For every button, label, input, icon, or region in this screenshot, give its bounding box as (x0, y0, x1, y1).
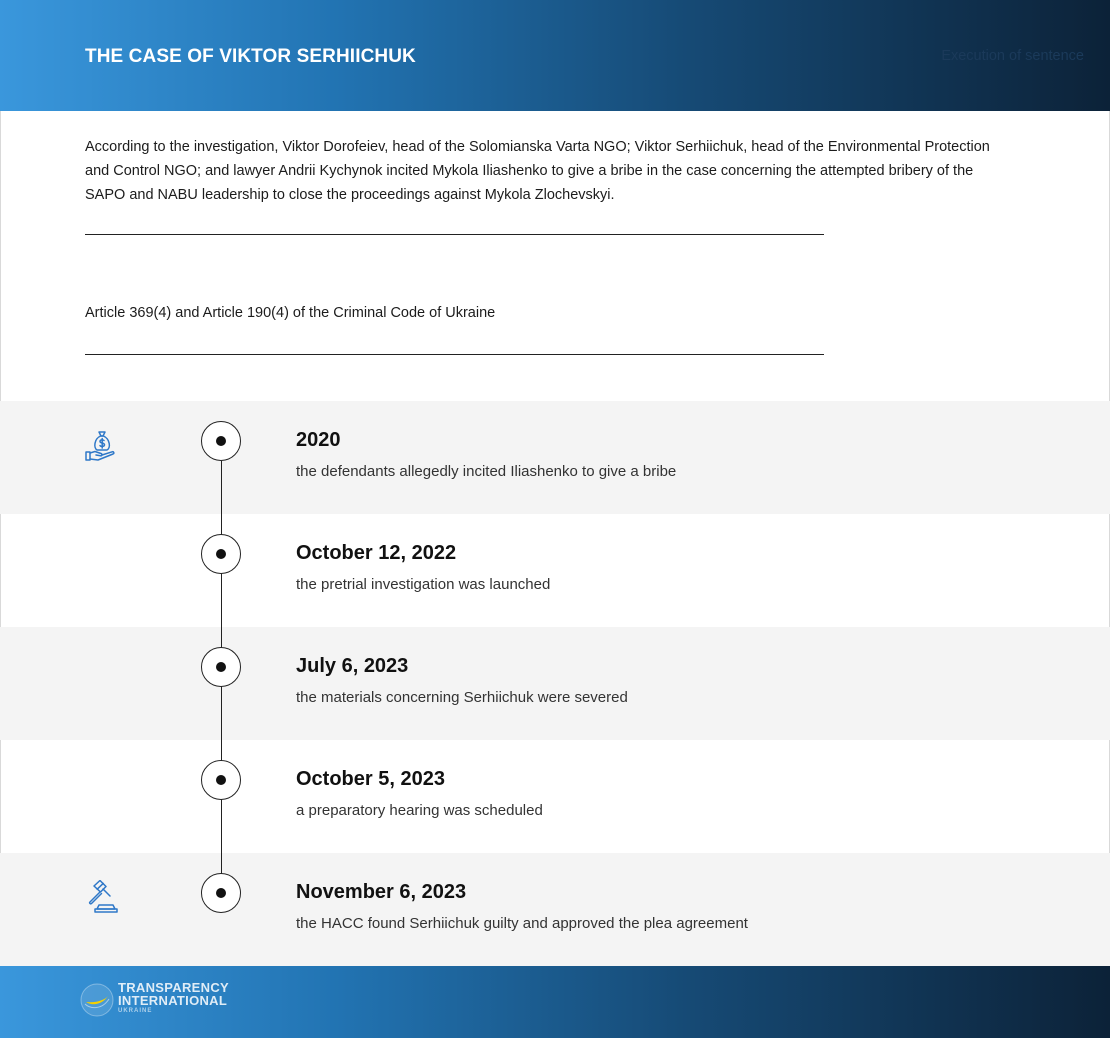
timeline-marker (201, 421, 241, 461)
event-date: 2020 (296, 429, 341, 451)
logo-text-line: UKRAINE (118, 1008, 153, 1014)
criminal-code-articles: Article 369(4) and Article 190(4) of the… (85, 305, 496, 321)
event-description: a preparatory hearing was scheduled (296, 802, 543, 819)
timeline-event: 2020 the defendants allegedly incited Il… (0, 401, 1110, 514)
header-banner: THE CASE OF VIKTOR SERHIICHUK Execution … (0, 0, 1110, 111)
timeline-marker (201, 534, 241, 574)
gavel-icon (84, 879, 118, 914)
logo-globe-icon (80, 983, 114, 1017)
timeline-event: July 6, 2023 the materials concerning Se… (0, 627, 1110, 740)
timeline-event: October 12, 2022 the pretrial investigat… (0, 514, 1110, 627)
case-status-label: Execution of sentence (941, 48, 1084, 64)
timeline-marker (201, 760, 241, 800)
event-date: November 6, 2023 (296, 881, 467, 903)
timeline-marker (201, 873, 241, 913)
page-title: THE CASE OF VIKTOR SERHIICHUK (85, 46, 416, 67)
case-summary: According to the investigation, Viktor D… (85, 139, 990, 203)
event-date: October 12, 2022 (296, 542, 457, 564)
timeline-marker (201, 647, 241, 687)
divider (85, 354, 824, 355)
timeline-event: October 5, 2023 a preparatory hearing wa… (0, 740, 1110, 853)
event-description: the pretrial investigation was launched (296, 576, 551, 593)
divider (85, 234, 824, 235)
event-description: the defendants allegedly incited Iliashe… (296, 463, 677, 480)
event-date: July 6, 2023 (296, 655, 409, 677)
event-date: October 5, 2023 (296, 768, 445, 790)
event-description: the HACC found Serhiichuk guilty and app… (296, 915, 748, 932)
footer-banner: TRANSPARENCY INTERNATIONAL UKRAINE (0, 966, 1110, 1038)
money-bag-hand-icon (84, 428, 118, 462)
event-description: the materials concerning Serhiichuk were… (296, 689, 628, 706)
timeline-event: November 6, 2023 the HACC found Serhiich… (0, 853, 1110, 966)
logo-text-line: INTERNATIONAL (118, 993, 228, 1008)
transparency-international-logo[interactable]: TRANSPARENCY INTERNATIONAL UKRAINE (80, 981, 240, 1021)
